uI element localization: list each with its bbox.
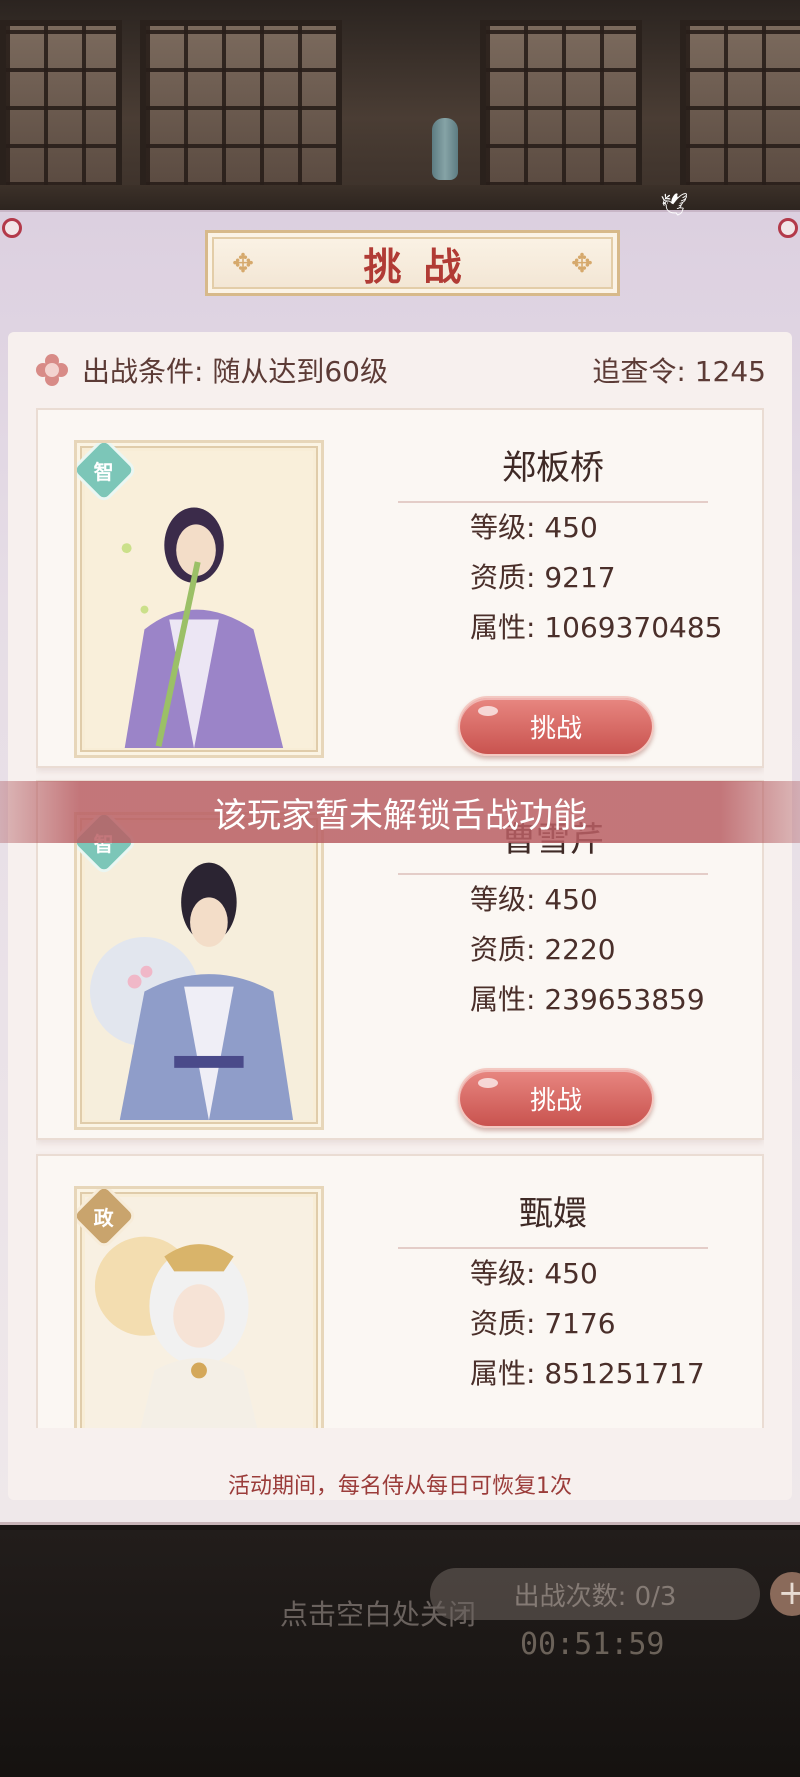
- challenge-button[interactable]: 挑战: [458, 1068, 654, 1128]
- lattice-window: [680, 20, 800, 192]
- servant-attribute: 属性: 239653859: [470, 983, 705, 1016]
- servant-list[interactable]: 智 郑板桥 等级: 450 资质: 9217 属性: 1069370485 挑战…: [36, 408, 764, 1428]
- background-scene: [0, 0, 800, 215]
- servant-aptitude: 资质: 2220: [470, 933, 616, 966]
- battle-count-pill: 出战次数: 0/3: [430, 1568, 760, 1620]
- character-portrait-image: [85, 1197, 313, 1428]
- close-hint[interactable]: 点击空白处关闭: [280, 1593, 476, 1633]
- flower-icon: [36, 354, 68, 386]
- ornament-icon: ✥: [232, 249, 254, 279]
- vase-decoration: [432, 118, 458, 180]
- servant-attribute: 属性: 851251717: [470, 1357, 705, 1390]
- toast-message: 该玩家暂未解锁舌战功能: [0, 781, 800, 843]
- countdown-timer: 00:51:59: [520, 1627, 665, 1662]
- title-plaque: ✥ 挑战 ✥: [205, 230, 620, 296]
- token-count: 追查令: 1245: [592, 355, 766, 388]
- lattice-window: [140, 20, 342, 192]
- servant-level: 等级: 450: [470, 511, 598, 544]
- panel-ring-ornament: [2, 218, 22, 238]
- servant-portrait: 智: [74, 440, 324, 758]
- servant-card: 智 郑板桥 等级: 450 资质: 9217 属性: 1069370485 挑战: [36, 408, 764, 768]
- servant-portrait: 政: [74, 1186, 324, 1428]
- challenge-button-label: 挑战: [529, 1085, 582, 1116]
- footer-note: 活动期间，每名侍从每日可恢复1次: [228, 1474, 572, 1499]
- servant-level: 等级: 450: [470, 883, 598, 916]
- servant-name: 甄嬛: [398, 1186, 708, 1249]
- servant-aptitude: 资质: 9217: [470, 561, 616, 594]
- panel-title: 挑战: [363, 244, 484, 289]
- panel-ring-ornament: [778, 218, 798, 238]
- condition-row: 出战条件: 随从达到60级 追查令: 1245: [36, 348, 766, 392]
- challenge-button-label: 挑战: [529, 713, 582, 744]
- character-portrait-image: [85, 823, 313, 1121]
- character-portrait-image: [85, 451, 313, 749]
- servant-card: 政 甄嬛 等级: 450 资质: 7176 属性: 851251717: [36, 1154, 764, 1428]
- lattice-window: [0, 20, 122, 192]
- lattice-window: [480, 20, 642, 192]
- servant-name: 郑板桥: [398, 440, 708, 503]
- condition-label: 出战条件: 随从达到60级: [82, 355, 388, 388]
- servant-aptitude: 资质: 7176: [470, 1307, 616, 1340]
- bird-icon: 🕊: [660, 193, 688, 218]
- servant-level: 等级: 450: [470, 1257, 598, 1290]
- challenge-button[interactable]: 挑战: [458, 696, 654, 756]
- ornament-icon: ✥: [571, 249, 593, 279]
- servant-attribute: 属性: 1069370485: [470, 611, 723, 644]
- servant-portrait: 智: [74, 812, 324, 1130]
